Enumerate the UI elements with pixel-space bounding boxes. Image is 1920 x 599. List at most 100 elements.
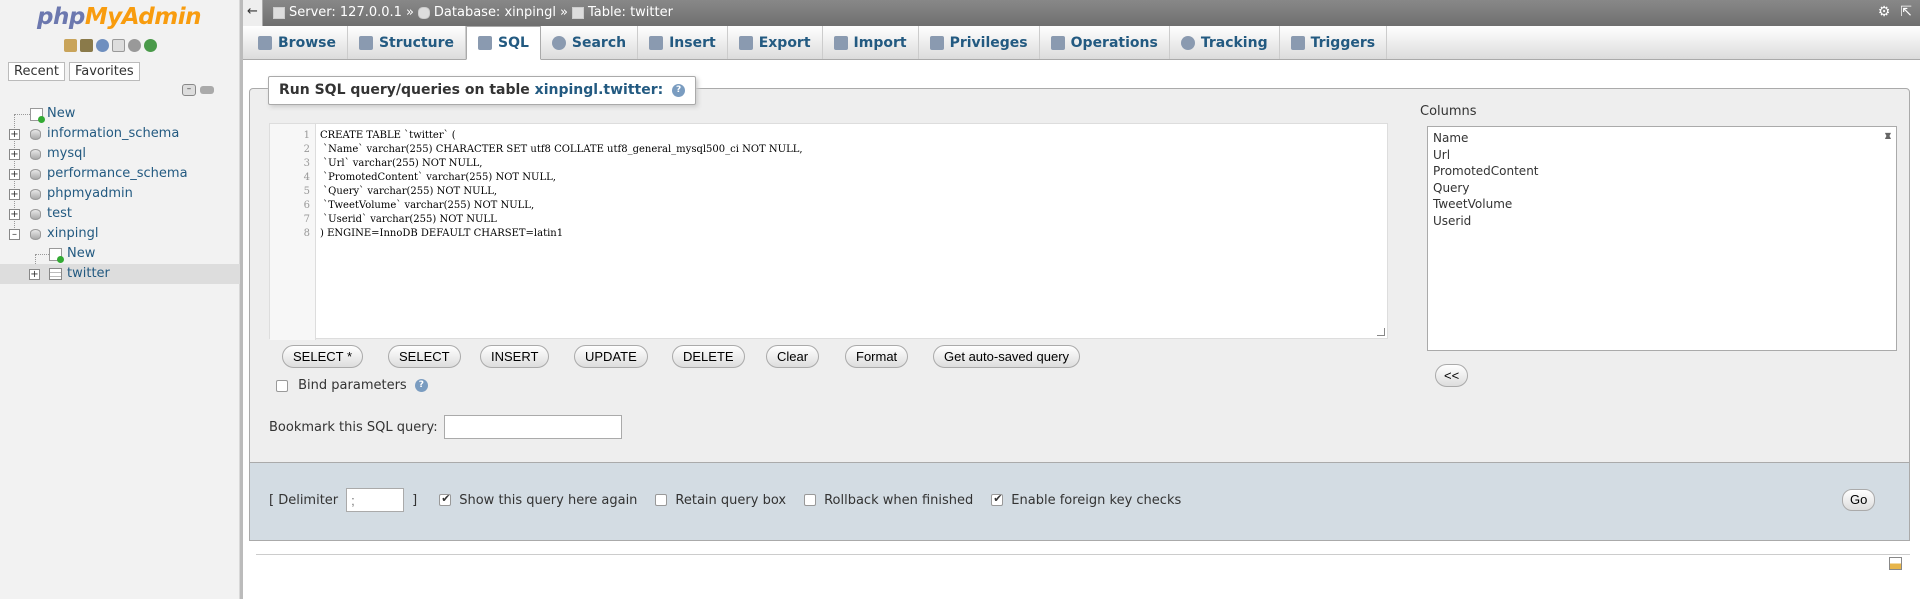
bookmark-input[interactable] — [443, 415, 622, 439]
format-button[interactable]: Format — [845, 345, 909, 368]
table-icon — [49, 268, 62, 280]
tree-item-performance-schema[interactable]: + performance_schema — [0, 164, 240, 184]
column-option[interactable]: TweetVolume — [1433, 196, 1891, 213]
gear-icon[interactable]: ⚙ — [1878, 4, 1891, 20]
divider — [256, 554, 1910, 555]
update-button[interactable]: UPDATE — [574, 345, 648, 368]
favorites-tab[interactable]: Favorites — [68, 62, 140, 81]
tab-search[interactable]: Search — [541, 26, 639, 59]
bookmark-row: Bookmark this SQL query: — [269, 415, 622, 439]
tree-item-test[interactable]: + test — [0, 204, 240, 224]
tree-item-xinpingl-new[interactable]: New — [0, 244, 240, 264]
help-icon[interactable]: ? — [414, 379, 428, 392]
breadcrumb-table[interactable]: Table: twitter — [588, 5, 673, 20]
delete-button[interactable]: DELETE — [672, 345, 745, 368]
column-option[interactable]: Query — [1433, 180, 1891, 197]
database-icon — [417, 6, 430, 19]
database-icon — [30, 229, 41, 240]
breadcrumb-server[interactable]: Server: 127.0.0.1 — [289, 5, 402, 20]
column-option[interactable]: PromotedContent — [1433, 163, 1891, 180]
table-tabs: Browse Structure SQL Search Insert Expor… — [243, 26, 1920, 60]
tab-operations[interactable]: Operations — [1040, 26, 1170, 59]
select-star-button[interactable]: SELECT * — [282, 345, 364, 368]
column-option[interactable]: Userid — [1433, 213, 1891, 230]
sql-query-editor[interactable]: 1 CREATE TABLE `twitter` ( 2 `Name` varch… — [269, 123, 1388, 340]
search-icon — [551, 35, 566, 50]
columns-label: Columns — [1420, 104, 1477, 119]
expand-icon[interactable]: + — [9, 129, 20, 140]
insert-icon — [649, 35, 664, 50]
collapse-all-icon[interactable]: – — [182, 84, 196, 96]
expand-icon[interactable]: + — [9, 149, 20, 160]
database-icon — [30, 149, 41, 160]
delimiter-input[interactable] — [346, 488, 405, 512]
new-table-icon — [49, 248, 64, 263]
breadcrumb: Server: 127.0.0.1 » Database: xinpingl »… — [273, 5, 673, 20]
reload-icon[interactable] — [144, 39, 157, 52]
tree-item-phpmyadmin[interactable]: + phpmyadmin — [0, 184, 240, 204]
tree-item-xinpingl[interactable]: – xinpingl — [0, 224, 240, 244]
sql-icon — [477, 36, 492, 50]
export-icon — [738, 35, 753, 50]
tab-browse[interactable]: Browse — [247, 26, 348, 59]
tab-export[interactable]: Export — [728, 26, 823, 59]
phpmyadmin-logo[interactable]: phpMyAdmin — [37, 4, 201, 30]
home-icon[interactable] — [64, 39, 77, 52]
clear-button[interactable]: Clear — [766, 345, 820, 368]
scrollbar[interactable]: ▲ ▼ — [1881, 128, 1895, 145]
help-icon[interactable] — [96, 39, 109, 52]
tab-triggers[interactable]: Triggers — [1280, 26, 1388, 59]
tab-tracking[interactable]: Tracking — [1170, 26, 1280, 59]
tab-structure[interactable]: Structure — [348, 26, 466, 59]
rollback-checkbox[interactable] — [804, 494, 817, 506]
retain-query-box-checkbox[interactable] — [655, 494, 668, 506]
tab-import[interactable]: Import — [823, 26, 919, 59]
expand-icon[interactable]: + — [9, 209, 20, 220]
tree-item-mysql[interactable]: + mysql — [0, 144, 240, 164]
bind-parameters-checkbox[interactable] — [276, 379, 288, 392]
back-arrow-icon[interactable]: ← — [243, 0, 263, 26]
breadcrumb-bar: ← Server: 127.0.0.1 » Database: xinpingl… — [243, 0, 1920, 26]
sql-query-legend: Run SQL query/queries on table xinpingl.… — [268, 76, 697, 105]
expand-icon[interactable]: + — [9, 169, 20, 180]
get-autosaved-query-button[interactable]: Get auto-saved query — [933, 345, 1081, 368]
structure-icon — [358, 35, 373, 50]
collapse-icon[interactable]: – — [9, 229, 20, 240]
new-database-icon — [30, 108, 45, 123]
tab-sql[interactable]: SQL — [465, 26, 541, 60]
tab-insert[interactable]: Insert — [638, 26, 728, 59]
gear-icon[interactable] — [128, 39, 141, 52]
tree-item-twitter[interactable]: + twitter — [0, 264, 240, 284]
database-tree: New + information_schema + mysql + perfo… — [0, 104, 240, 284]
tree-item-information-schema[interactable]: + information_schema — [0, 124, 240, 144]
documentation-icon[interactable] — [112, 39, 125, 52]
link-icon[interactable] — [200, 86, 214, 94]
tab-privileges[interactable]: Privileges — [919, 26, 1040, 59]
expand-icon[interactable]: + — [9, 189, 20, 200]
columns-select-list[interactable]: Name Url PromotedContent Query TweetVolu… — [1427, 126, 1897, 351]
recent-tab[interactable]: Recent — [8, 62, 65, 81]
foreign-key-checks-checkbox[interactable] — [991, 492, 1004, 506]
insert-column-button[interactable]: << — [1435, 364, 1469, 387]
console-icon[interactable] — [1889, 557, 1902, 570]
show-query-checkbox[interactable] — [439, 492, 452, 506]
database-icon — [30, 189, 41, 200]
breadcrumb-database[interactable]: Database: xinpingl — [434, 5, 556, 20]
column-option[interactable]: Name — [1433, 130, 1891, 147]
tree-item-new[interactable]: New — [0, 104, 240, 124]
collapse-icon[interactable]: ⇱ — [1900, 4, 1912, 20]
triggers-icon — [1290, 35, 1305, 50]
resize-handle[interactable] — [1377, 328, 1385, 336]
insert-button[interactable]: INSERT — [480, 345, 550, 368]
sidebar-resizer[interactable] — [240, 0, 243, 599]
column-option[interactable]: Url — [1433, 147, 1891, 164]
go-button[interactable]: Go — [1842, 489, 1876, 511]
logout-icon[interactable] — [80, 39, 93, 52]
table-icon — [571, 6, 584, 19]
navigation-sidebar: phpMyAdmin Recent Favorites – New + info… — [0, 0, 240, 599]
help-icon[interactable]: ? — [672, 83, 686, 97]
expand-icon[interactable]: + — [29, 269, 40, 280]
select-button[interactable]: SELECT — [388, 345, 461, 368]
privileges-icon — [929, 35, 944, 50]
legend-table-link[interactable]: xinpingl.twitter: — [535, 82, 664, 98]
